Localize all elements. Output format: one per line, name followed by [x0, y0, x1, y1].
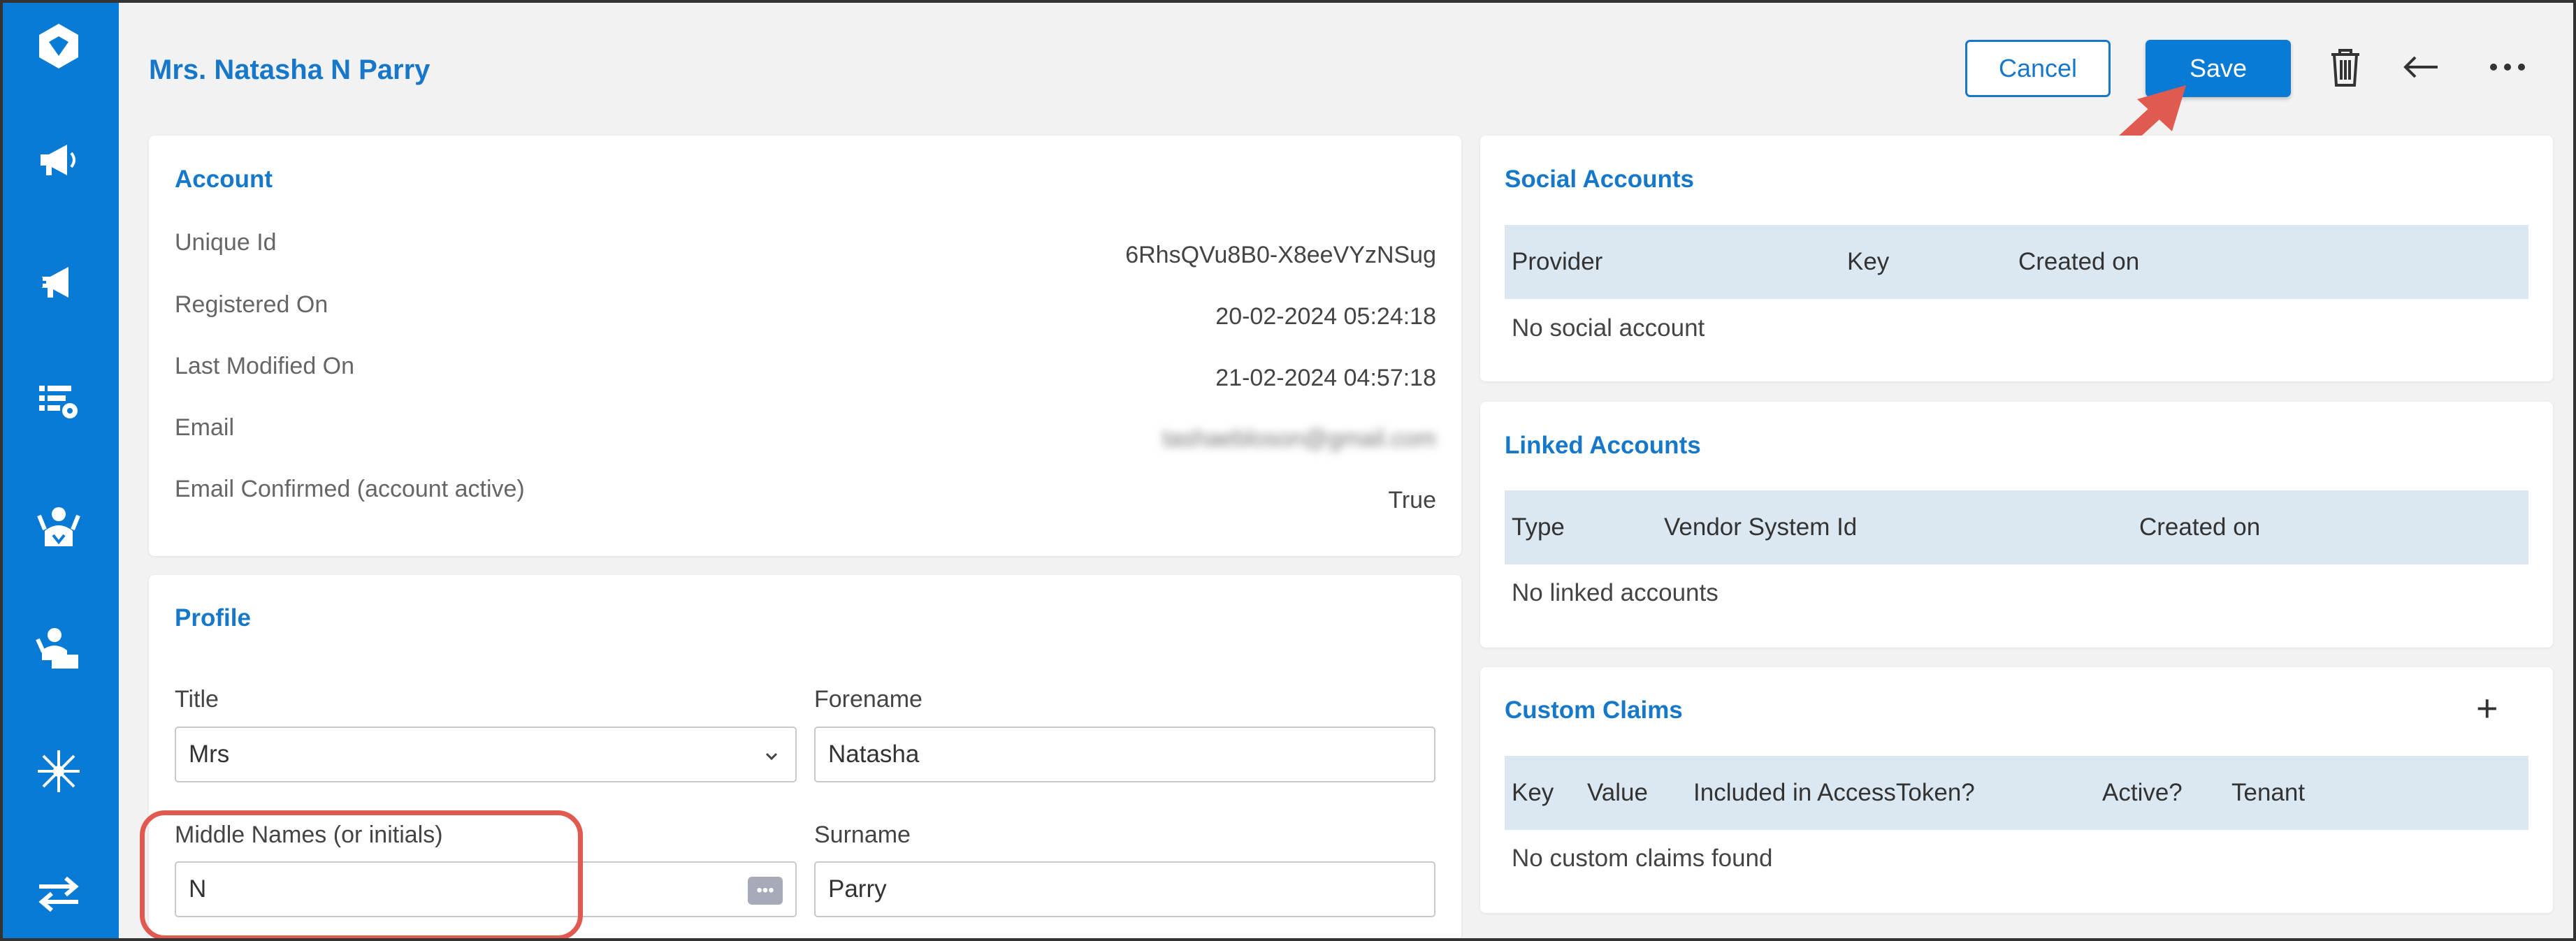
social-accounts-card: Social Accounts Provider Key Created on …: [1480, 136, 2553, 381]
col-value: Value: [1587, 779, 1648, 806]
last-modified-value: 21-02-2024 04:57:18: [1215, 365, 1436, 391]
more-options-icon[interactable]: [2482, 42, 2533, 92]
account-title: Account: [175, 166, 273, 193]
ellipsis-icon[interactable]: •••: [748, 877, 783, 905]
col-tenant: Tenant: [2231, 779, 2306, 806]
list-settings-icon[interactable]: [28, 370, 89, 432]
linked-table-header: Type Vendor System Id Created on: [1505, 490, 2528, 564]
user-support-icon[interactable]: [28, 496, 89, 557]
sidebar: [0, 0, 119, 941]
linked-empty-message: No linked accounts: [1512, 579, 1718, 606]
unique-id-value: 6RhsQVu8B0-X8eeVYzNSug: [1125, 242, 1436, 268]
title-select-value: Mrs: [189, 741, 230, 768]
megaphone-icon[interactable]: [28, 129, 89, 191]
custom-claims-card: Custom Claims + Key Value Included in Ac…: [1480, 667, 2553, 913]
linked-accounts-title: Linked Accounts: [1505, 432, 1701, 459]
title-select[interactable]: Mrs: [175, 727, 797, 782]
col-active: Active?: [2102, 779, 2183, 806]
snowflake-grid-icon[interactable]: [28, 741, 89, 802]
forename-field[interactable]: Natasha: [814, 727, 1435, 782]
col-created-on: Created on: [2018, 248, 2140, 275]
add-claim-icon[interactable]: +: [2476, 690, 2498, 727]
forename-label: Forename: [814, 686, 922, 713]
back-arrow-icon[interactable]: [2396, 42, 2446, 92]
claims-empty-message: No custom claims found: [1512, 845, 1773, 872]
col-included-in-accesstoken: Included in AccessToken?: [1693, 779, 1975, 806]
email-value: tashaebloson@gmail.com: [1162, 425, 1436, 452]
registered-on-value: 20-02-2024 05:24:18: [1215, 303, 1436, 330]
page-title: Mrs. Natasha N Parry: [149, 54, 430, 85]
profile-title: Profile: [175, 604, 251, 632]
col-provider: Provider: [1512, 248, 1603, 275]
last-modified-label: Last Modified On: [175, 353, 355, 379]
surname-field[interactable]: Parry: [814, 861, 1435, 917]
trash-icon[interactable]: [2320, 42, 2371, 92]
transfer-arrows-icon[interactable]: [28, 863, 89, 924]
col-type: Type: [1512, 513, 1565, 541]
surname-value: Parry: [828, 875, 887, 903]
account-card: Account Unique Id 6RhsQVu8B0-X8eeVYzNSug…: [149, 136, 1461, 556]
cancel-button[interactable]: Cancel: [1965, 40, 2111, 97]
chevron-down-icon: [765, 752, 778, 761]
highlight-annotation: [140, 810, 583, 940]
social-table-header: Provider Key Created on: [1505, 225, 2528, 299]
surname-label: Surname: [814, 822, 911, 848]
col-key: Key: [1847, 248, 1890, 275]
email-confirmed-value: True: [1388, 487, 1436, 513]
claims-table-header: Key Value Included in AccessToken? Activ…: [1505, 756, 2528, 830]
forename-value: Natasha: [828, 741, 920, 768]
user-desk-icon[interactable]: [28, 618, 89, 680]
social-empty-message: No social account: [1512, 314, 1705, 342]
title-label: Title: [175, 686, 219, 713]
social-accounts-title: Social Accounts: [1505, 166, 1694, 193]
registered-on-label: Registered On: [175, 291, 328, 318]
custom-claims-title: Custom Claims: [1505, 696, 1683, 724]
megaphone-plus-icon[interactable]: [28, 251, 89, 313]
email-label: Email: [175, 414, 235, 441]
linked-accounts-card: Linked Accounts Type Vendor System Id Cr…: [1480, 402, 2553, 648]
col-vendor-system-id: Vendor System Id: [1664, 513, 1858, 541]
unique-id-label: Unique Id: [175, 229, 277, 256]
email-confirmed-label: Email Confirmed (account active): [175, 476, 525, 502]
col-created-on: Created on: [2139, 513, 2261, 541]
app-logo-icon[interactable]: [28, 15, 89, 77]
col-key: Key: [1512, 779, 1554, 806]
